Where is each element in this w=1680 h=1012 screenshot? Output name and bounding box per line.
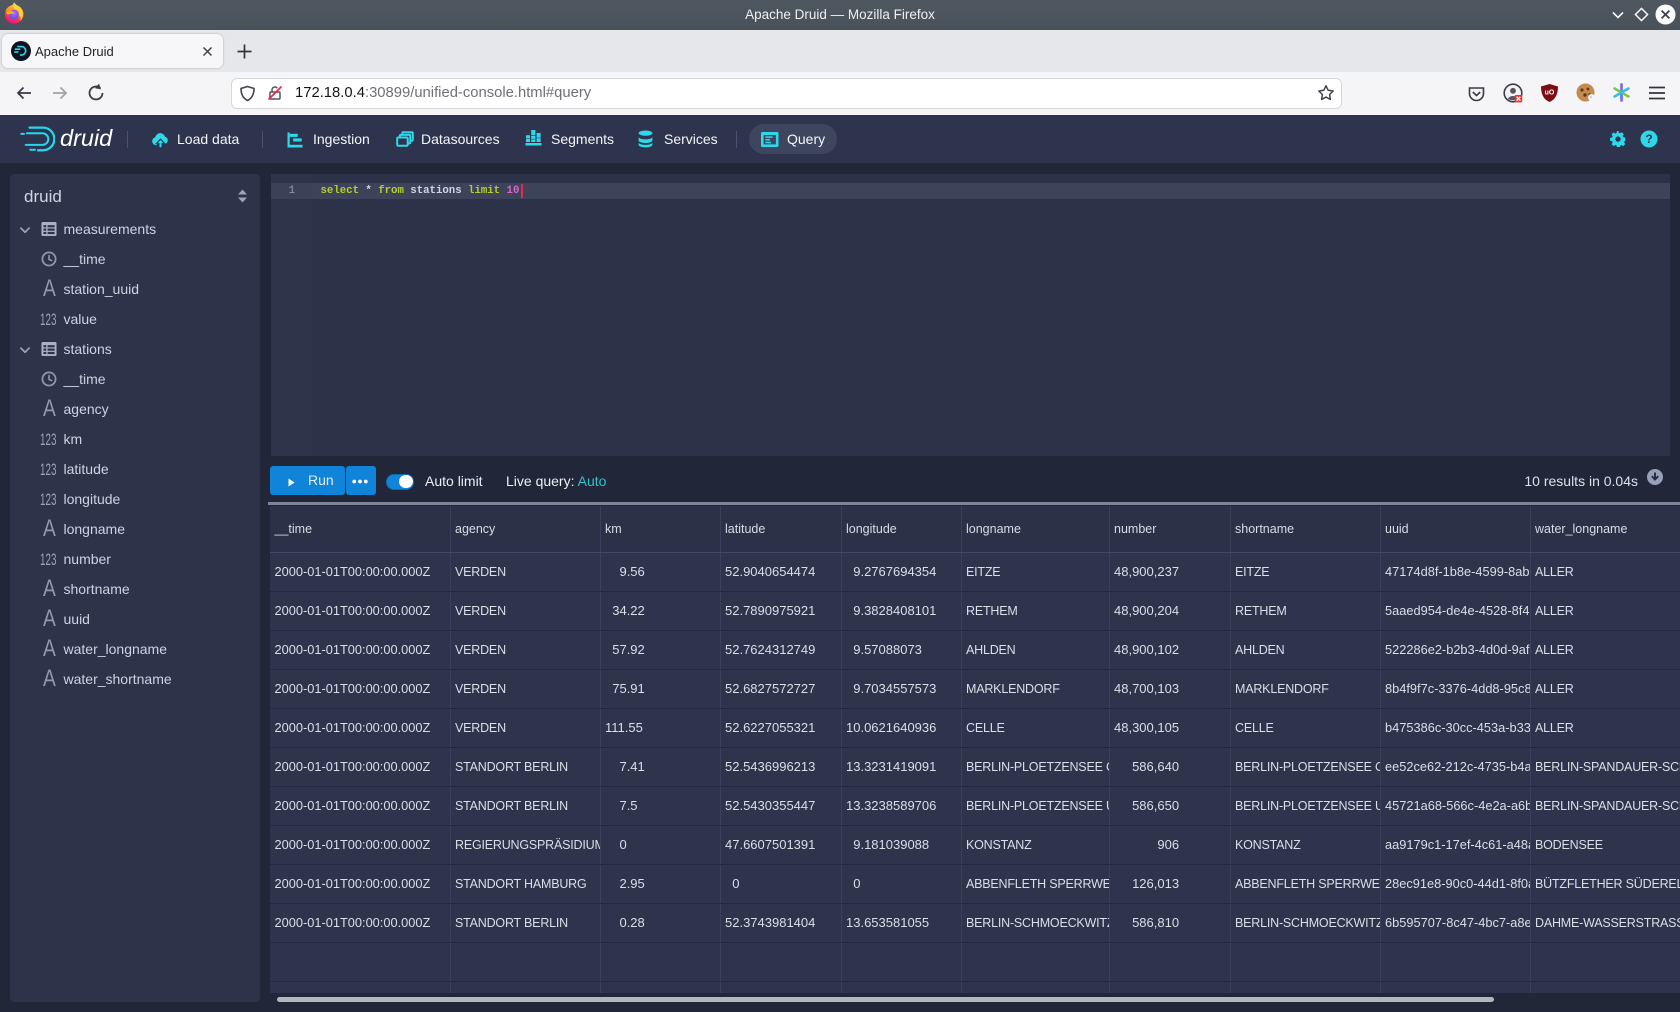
svg-text:uO: uO bbox=[1545, 90, 1555, 97]
svg-text:?: ? bbox=[1645, 132, 1652, 146]
